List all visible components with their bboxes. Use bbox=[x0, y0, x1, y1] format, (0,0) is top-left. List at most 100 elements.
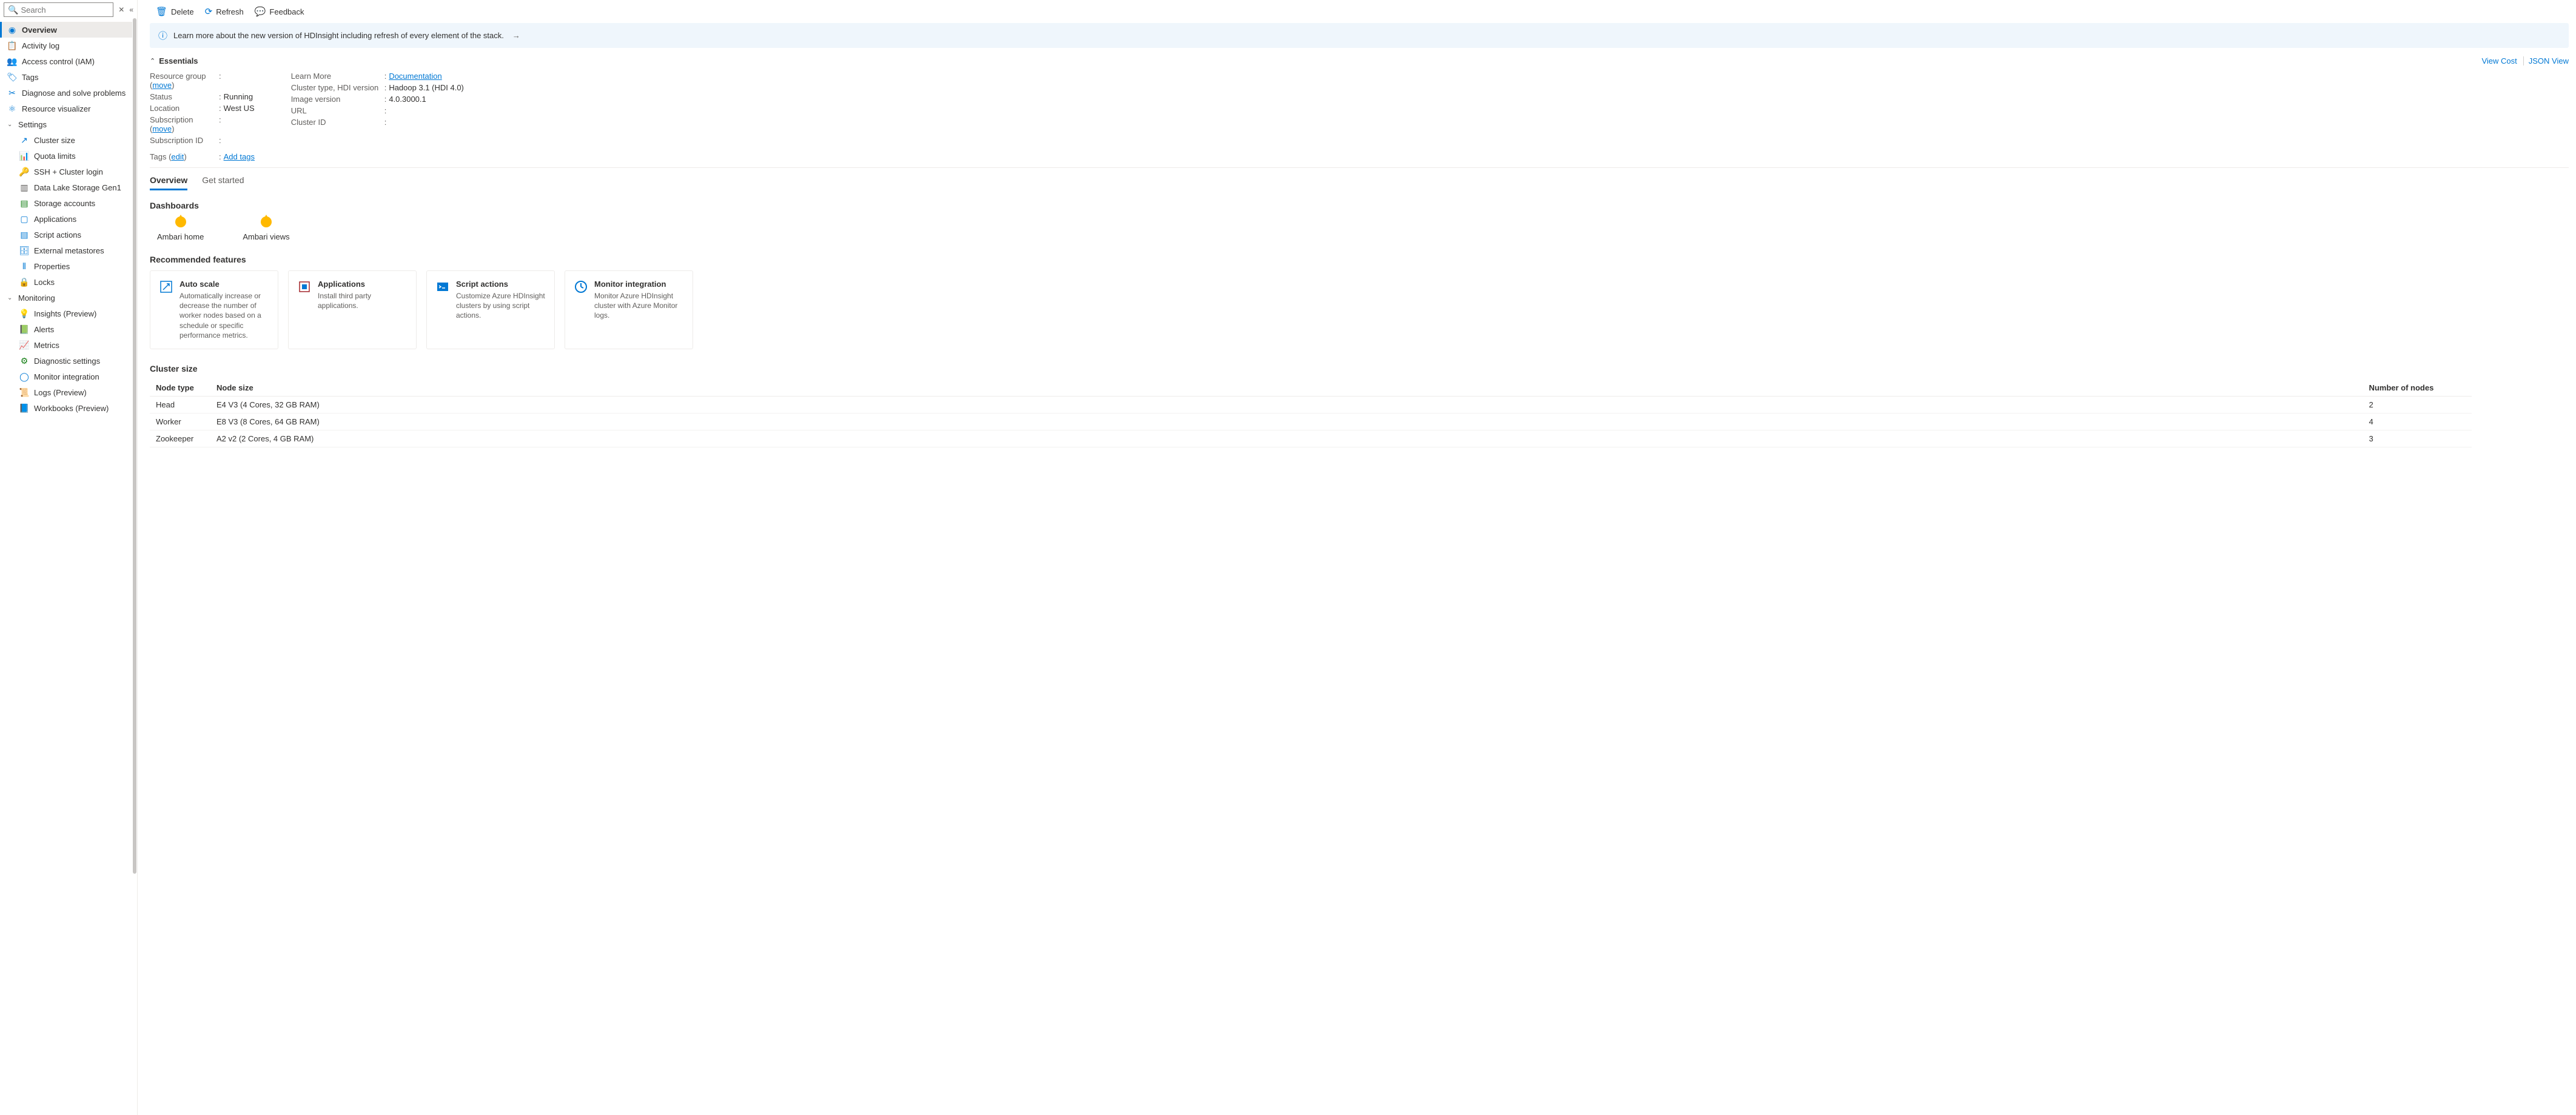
nav-label: Applications bbox=[34, 215, 76, 224]
table-row: Zookeeper A2 v2 (2 Cores, 4 GB RAM) 3 bbox=[150, 430, 2472, 447]
nav-properties[interactable]: ⦀Properties bbox=[0, 258, 137, 274]
logs-icon: 📜 bbox=[19, 387, 29, 397]
pin-icon[interactable]: ✕ bbox=[118, 5, 124, 14]
recommended-cards: Auto scale Automatically increase or dec… bbox=[150, 270, 2569, 349]
tab-overview[interactable]: Overview bbox=[150, 175, 187, 190]
delete-label: Delete bbox=[171, 7, 194, 16]
chevron-down-icon: ⌄ bbox=[7, 121, 15, 128]
nav-data-lake[interactable]: ▥Data Lake Storage Gen1 bbox=[0, 179, 137, 195]
refresh-icon: ⟳ bbox=[205, 6, 213, 17]
nav-cluster-size[interactable]: ↗Cluster size bbox=[0, 132, 137, 148]
chevron-up-icon: ⌃ bbox=[150, 57, 155, 65]
add-tags-link[interactable]: Add tags bbox=[224, 152, 255, 161]
cluster-size-title: Cluster size bbox=[150, 364, 2569, 373]
info-banner[interactable]: ⓘ Learn more about the new version of HD… bbox=[150, 23, 2569, 48]
autoscale-icon bbox=[159, 280, 173, 294]
cell: Head bbox=[156, 400, 216, 409]
essentials-toggle[interactable]: ⌃ Essentials bbox=[150, 56, 198, 65]
nav-logs[interactable]: 📜Logs (Preview) bbox=[0, 384, 137, 400]
prop-location: Location: West US bbox=[150, 104, 255, 113]
props-left: Resource group (move) : Status: Running … bbox=[150, 72, 255, 145]
cell: E8 V3 (8 Cores, 64 GB RAM) bbox=[216, 417, 2369, 426]
refresh-button[interactable]: ⟳Refresh bbox=[205, 6, 244, 17]
nav-storage-accounts[interactable]: ▤Storage accounts bbox=[0, 195, 137, 211]
ambari-home-tile[interactable]: Ambari home bbox=[157, 216, 204, 241]
value: Hadoop 3.1 (HDI 4.0) bbox=[389, 83, 464, 92]
metastore-icon: 🗄 bbox=[19, 246, 29, 255]
cell: Worker bbox=[156, 417, 216, 426]
nav-diagnostic-settings[interactable]: ⚙ Diagnostic settings bbox=[0, 353, 137, 369]
nav-ssh-login[interactable]: 🔑SSH + Cluster login bbox=[0, 164, 137, 179]
nav-alerts[interactable]: 📗Alerts bbox=[0, 321, 137, 337]
metrics-icon: 📈 bbox=[19, 340, 29, 350]
nav-label: Access control (IAM) bbox=[22, 57, 95, 66]
delete-button[interactable]: 🗑Delete bbox=[156, 6, 194, 17]
prop-status: Status: Running bbox=[150, 92, 255, 101]
nav-label: Quota limits bbox=[34, 152, 76, 161]
nav-activity-log[interactable]: 📋 Activity log bbox=[0, 38, 137, 53]
edit-link[interactable]: edit bbox=[171, 152, 184, 161]
chevron-down-icon: ⌄ bbox=[7, 295, 15, 301]
nav-monitor-integration[interactable]: ◯Monitor integration bbox=[0, 369, 137, 384]
nav-workbooks[interactable]: 📘Workbooks (Preview) bbox=[0, 400, 137, 416]
label: Status bbox=[150, 92, 216, 101]
nav-group-monitoring[interactable]: ⌄ Monitoring bbox=[0, 290, 137, 306]
cell: Zookeeper bbox=[156, 434, 216, 443]
nav-overview[interactable]: ◉ Overview bbox=[0, 22, 137, 38]
nav-locks[interactable]: 🔒Locks bbox=[0, 274, 137, 290]
move-link[interactable]: move bbox=[152, 81, 172, 90]
nav-applications[interactable]: ▢Applications bbox=[0, 211, 137, 227]
card-monitor-integration[interactable]: Monitor integration Monitor Azure HDInsi… bbox=[565, 270, 693, 349]
card-title: Auto scale bbox=[179, 280, 269, 289]
storage-icon: ▤ bbox=[19, 198, 29, 208]
sidebar: 🔍 ✕ « ◉ Overview 📋 Activity log 👥 Access… bbox=[0, 0, 138, 1115]
applications-icon bbox=[297, 280, 312, 294]
nav-group-settings[interactable]: ⌄ Settings bbox=[0, 116, 137, 132]
label: URL bbox=[291, 106, 382, 115]
prop-cluster-id: Cluster ID: bbox=[291, 118, 464, 127]
move-link[interactable]: move bbox=[152, 124, 172, 133]
cell: E4 V3 (4 Cores, 32 GB RAM) bbox=[216, 400, 2369, 409]
card-script-actions[interactable]: Script actions Customize Azure HDInsight… bbox=[426, 270, 555, 349]
collapse-icon[interactable]: « bbox=[129, 5, 133, 14]
nav-label: External metastores bbox=[34, 246, 104, 255]
dashboards: Ambari home Ambari views bbox=[150, 216, 2569, 241]
nav-label: Locks bbox=[34, 278, 55, 287]
tab-get-started[interactable]: Get started bbox=[202, 175, 244, 190]
ambari-views-tile[interactable]: Ambari views bbox=[243, 216, 289, 241]
search-row: 🔍 ✕ « bbox=[0, 0, 137, 19]
access-control-icon: 👥 bbox=[7, 56, 17, 66]
script-icon: ▤ bbox=[19, 230, 29, 239]
nav-tags[interactable]: 🏷 Tags bbox=[0, 69, 137, 85]
card-auto-scale[interactable]: Auto scale Automatically increase or dec… bbox=[150, 270, 278, 349]
feedback-button[interactable]: 💬Feedback bbox=[255, 6, 304, 17]
search-box[interactable]: 🔍 bbox=[4, 2, 113, 17]
nav-label: Diagnostic settings bbox=[34, 357, 100, 366]
nav-external-metastores[interactable]: 🗄 External metastores bbox=[0, 243, 137, 258]
card-applications[interactable]: Applications Install third party applica… bbox=[288, 270, 417, 349]
alerts-icon: 📗 bbox=[19, 324, 29, 334]
cluster-size-icon: ↗ bbox=[19, 135, 29, 145]
search-input[interactable] bbox=[21, 5, 109, 15]
monitor-integration-icon bbox=[574, 280, 588, 294]
documentation-link[interactable]: Documentation bbox=[389, 72, 441, 81]
nav-quota-limits[interactable]: 📊Quota limits bbox=[0, 148, 137, 164]
diagnostic-icon: ⚙ bbox=[19, 356, 29, 366]
nav-resource-visualizer[interactable]: ⚛ Resource visualizer bbox=[0, 101, 137, 116]
nav-metrics[interactable]: 📈Metrics bbox=[0, 337, 137, 353]
nav-label: Overview bbox=[22, 25, 57, 35]
scrollbar[interactable] bbox=[132, 18, 137, 1115]
nav-group-label: Monitoring bbox=[18, 293, 55, 303]
ambari-icon bbox=[261, 216, 272, 227]
label: Location bbox=[150, 104, 216, 113]
cell: A2 v2 (2 Cores, 4 GB RAM) bbox=[216, 434, 2369, 443]
scrollbar-thumb[interactable] bbox=[133, 18, 136, 874]
overview-icon: ◉ bbox=[7, 25, 17, 35]
nav-access-control[interactable]: 👥 Access control (IAM) bbox=[0, 53, 137, 69]
nav-diagnose[interactable]: ✂ Diagnose and solve problems bbox=[0, 85, 137, 101]
nav-insights[interactable]: 💡Insights (Preview) bbox=[0, 306, 137, 321]
value: 4.0.3000.1 bbox=[389, 95, 426, 104]
json-view-link[interactable]: JSON View bbox=[2523, 56, 2569, 65]
nav-script-actions[interactable]: ▤Script actions bbox=[0, 227, 137, 243]
view-cost-link[interactable]: View Cost bbox=[2477, 56, 2517, 65]
